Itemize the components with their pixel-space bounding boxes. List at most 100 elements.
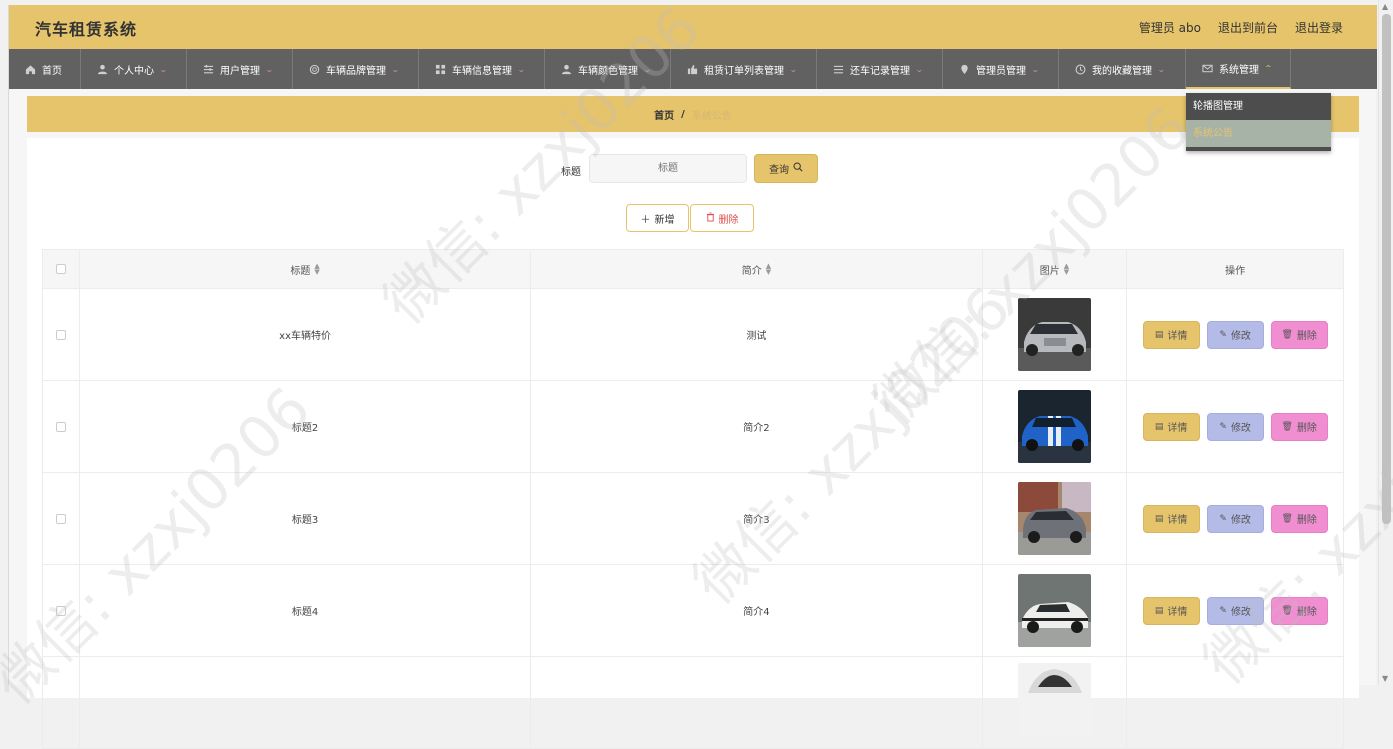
- header-title[interactable]: 标题 ▲ ▼: [80, 250, 532, 288]
- document-icon: ▤: [1154, 421, 1164, 432]
- nav-color-management[interactable]: 车辆颜色管理 ⌄: [545, 49, 671, 89]
- scroll-up-arrow-icon[interactable]: ▲: [1382, 2, 1388, 11]
- select-all-checkbox[interactable]: [55, 264, 66, 274]
- row-checkbox[interactable]: [55, 421, 66, 432]
- nav-personal-center[interactable]: 个人中心 ⌄: [81, 49, 187, 89]
- nav-rental-order-management[interactable]: 租赁订单列表管理 ⌄: [671, 49, 817, 89]
- row-ops: ▤ 详情 ✎ 修改 🗑 删除: [1127, 381, 1343, 472]
- document-icon: ▤: [1154, 513, 1164, 524]
- delete-label: 删除: [1296, 423, 1317, 434]
- nav-system-management[interactable]: 系统管理 ⌃: [1186, 49, 1291, 89]
- table-row: 标题2 简介2 ▤ 详情 ✎ 修改 🗑 删除: [43, 381, 1343, 473]
- delete-label: 删除: [1296, 331, 1317, 342]
- thumb-icon: [686, 63, 698, 75]
- header-intro-label: 简介: [741, 265, 762, 277]
- detail-label: 详情: [1167, 515, 1188, 526]
- row-checkbox[interactable]: [55, 513, 66, 524]
- scroll-down-arrow-icon[interactable]: ▼: [1382, 674, 1388, 683]
- mail-icon: [1201, 62, 1213, 74]
- detail-label: 详情: [1167, 607, 1188, 618]
- search-button[interactable]: 查询: [754, 154, 818, 183]
- announcement-table: 标题 ▲ ▼ 简介 ▲ ▼ 图片 ▲ ▼ 操作 xx车辆特价 测试 ▤ 详情 ✎…: [42, 249, 1344, 749]
- row-image-cell: [983, 381, 1128, 472]
- header-ops: 操作: [1127, 250, 1343, 288]
- scrollbar-thumb[interactable]: [1382, 14, 1391, 524]
- header-intro[interactable]: 简介 ▲ ▼: [531, 250, 983, 288]
- chevron-down-icon: ⌄: [264, 64, 274, 74]
- breadcrumb: 首页 / 系统公告: [27, 96, 1359, 132]
- chevron-down-icon: ⌄: [1156, 64, 1166, 74]
- row-ops: ▤ 详情 ✎ 修改 🗑 删除: [1127, 565, 1343, 656]
- nav-vehicle-info-management-label: 车辆信息管理: [452, 65, 512, 77]
- chevron-down-icon: ⌄: [642, 64, 652, 74]
- car-image-white-coupe[interactable]: [1017, 574, 1091, 647]
- batch-delete-button[interactable]: 删除: [690, 204, 754, 232]
- edit-icon: ✎: [1219, 513, 1227, 524]
- chevron-down-icon: ⌄: [788, 64, 798, 74]
- edit-label: 修改: [1230, 515, 1251, 526]
- add-button[interactable]: ＋ 新增: [626, 204, 689, 232]
- nav-brand-management[interactable]: 车辆品牌管理 ⌄: [293, 49, 419, 89]
- car-image-partial[interactable]: [1017, 663, 1091, 736]
- trash-icon: 🗑: [1281, 329, 1293, 340]
- nav-system-management-label: 系统管理: [1219, 64, 1259, 76]
- chevron-down-icon: ⌄: [158, 64, 168, 74]
- detail-button[interactable]: ▤ 详情: [1142, 412, 1200, 441]
- car-image-gray-minivan[interactable]: [1017, 482, 1091, 555]
- detail-button[interactable]: ▤ 详情: [1142, 504, 1200, 533]
- document-icon: ▤: [1154, 605, 1164, 616]
- header-ops-label: 操作: [1225, 265, 1246, 277]
- dropdown-item-carousel[interactable]: 轮播图管理: [1186, 93, 1331, 120]
- car-image-blue-sports-car[interactable]: [1017, 390, 1091, 463]
- app-frame: 汽车租赁系统 管理员 abo 退出到前台 退出登录 首页 个人中心 ⌄ 用户管理: [8, 5, 1377, 749]
- row-ops: [1127, 657, 1343, 748]
- chevron-up-icon: ⌃: [1263, 63, 1273, 73]
- dropdown-item-announcement[interactable]: 系统公告: [1186, 120, 1331, 147]
- delete-button[interactable]: 🗑 删除: [1270, 504, 1328, 533]
- grid-icon: [434, 63, 446, 75]
- edit-icon: ✎: [1219, 421, 1227, 432]
- row-intro: 简介2: [531, 381, 983, 472]
- header-image[interactable]: 图片 ▲ ▼: [983, 250, 1128, 288]
- nav-vehicle-info-management[interactable]: 车辆信息管理 ⌄: [419, 49, 545, 89]
- detail-button[interactable]: ▤ 详情: [1142, 596, 1200, 625]
- edit-button[interactable]: ✎ 修改: [1206, 504, 1264, 533]
- edit-label: 修改: [1230, 423, 1251, 434]
- delete-button[interactable]: 🗑 删除: [1270, 412, 1328, 441]
- breadcrumb-home[interactable]: 首页: [654, 107, 674, 122]
- chevron-down-icon: ⌄: [516, 64, 526, 74]
- nav-return-record-management[interactable]: 还车记录管理 ⌄: [817, 49, 943, 89]
- row-checkbox[interactable]: [55, 329, 66, 340]
- logout-link[interactable]: 退出登录: [1295, 19, 1343, 36]
- edit-label: 修改: [1230, 331, 1251, 342]
- nav-admin-management[interactable]: 管理员管理 ⌄: [943, 49, 1059, 89]
- edit-button[interactable]: ✎ 修改: [1206, 320, 1264, 349]
- edit-button[interactable]: ✎ 修改: [1206, 412, 1264, 441]
- edit-button[interactable]: ✎ 修改: [1206, 596, 1264, 625]
- row-checkbox-cell: [43, 473, 80, 564]
- delete-button[interactable]: 🗑 删除: [1270, 320, 1328, 349]
- nav-home[interactable]: 首页: [9, 49, 81, 89]
- row-title: 标题3: [80, 473, 532, 564]
- trash-icon: [706, 212, 715, 225]
- add-button-label: 新增: [654, 214, 675, 226]
- nav-favorites-management[interactable]: 我的收藏管理 ⌄: [1059, 49, 1186, 89]
- row-image-cell: [983, 289, 1128, 380]
- chevron-down-icon: ⌄: [1030, 64, 1040, 74]
- sort-icon: ▲ ▼: [314, 262, 320, 276]
- row-checkbox[interactable]: [55, 605, 66, 616]
- table-row: [43, 657, 1343, 749]
- nav-home-label: 首页: [42, 65, 62, 77]
- row-checkbox-cell: [43, 657, 80, 748]
- delete-button[interactable]: 🗑 删除: [1270, 596, 1328, 625]
- nav-return-record-management-label: 还车记录管理: [850, 65, 910, 77]
- search-input[interactable]: [589, 154, 747, 183]
- nav-brand-management-label: 车辆品牌管理: [326, 65, 386, 77]
- detail-button[interactable]: ▤ 详情: [1142, 320, 1200, 349]
- row-title: 标题2: [80, 381, 532, 472]
- delete-label: 删除: [1296, 515, 1317, 526]
- exit-to-front-link[interactable]: 退出到前台: [1218, 19, 1278, 36]
- car-image-silver-sedan[interactable]: [1017, 298, 1091, 371]
- page-scrollbar[interactable]: ▲ ▼: [1378, 0, 1393, 685]
- nav-user-management[interactable]: 用户管理 ⌄: [187, 49, 293, 89]
